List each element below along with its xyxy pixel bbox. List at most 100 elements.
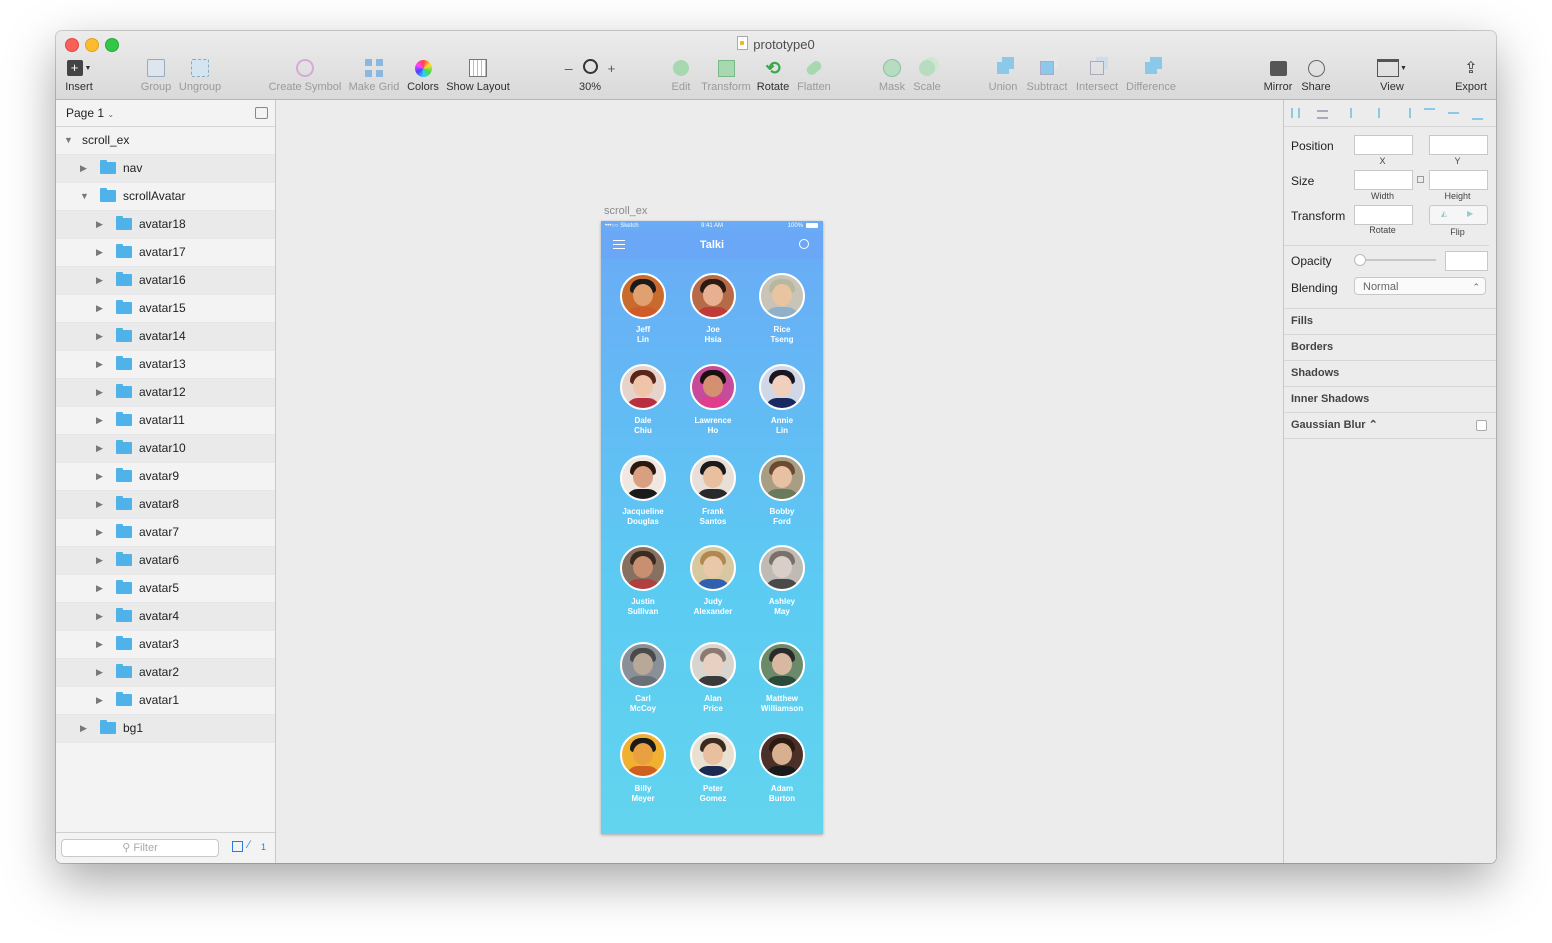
position-y-field[interactable] xyxy=(1429,135,1488,155)
layer-row-avatar16[interactable]: ▶ avatar16 xyxy=(56,267,275,295)
disclosure-expanded-icon[interactable]: ▼ xyxy=(80,183,89,210)
make-grid-button[interactable]: Make Grid xyxy=(347,57,401,93)
export-button[interactable]: ⇪ Export xyxy=(1453,57,1489,93)
share-button[interactable]: Share xyxy=(1300,57,1332,93)
disclosure-collapsed-icon[interactable]: ▶ xyxy=(96,211,103,238)
subtract-button[interactable]: Subtract xyxy=(1025,57,1069,93)
gaussian-blur-section[interactable]: Gaussian Blur ⌃ xyxy=(1284,412,1496,439)
disclosure-collapsed-icon[interactable]: ▶ xyxy=(96,407,103,434)
align-center-icon[interactable] xyxy=(1374,108,1385,118)
layer-row-avatar2[interactable]: ▶ avatar2 xyxy=(56,659,275,687)
blending-select[interactable]: Normal ⌃ xyxy=(1354,277,1486,295)
layer-row-avatar3[interactable]: ▶ avatar3 xyxy=(56,631,275,659)
artboard[interactable]: •••○○ Sketch 9:41 AM 100% Talki Jeff Lin J… xyxy=(601,221,823,834)
gaussian-blur-checkbox[interactable] xyxy=(1476,420,1487,431)
fills-section[interactable]: Fills xyxy=(1284,308,1496,334)
distribute-horizontal-icon[interactable] xyxy=(1291,108,1300,118)
layer-row-avatar1[interactable]: ▶ avatar1 xyxy=(56,687,275,715)
layer-row-avatar18[interactable]: ▶ avatar18 xyxy=(56,211,275,239)
layer-row-avatar11[interactable]: ▶ avatar11 xyxy=(56,407,275,435)
contact-avatar-cell[interactable]: Bobby Ford xyxy=(747,455,817,527)
align-bottom-icon[interactable] xyxy=(1472,108,1483,120)
layer-row-avatar9[interactable]: ▶ avatar9 xyxy=(56,463,275,491)
layer-row-avatar7[interactable]: ▶ avatar7 xyxy=(56,519,275,547)
contact-avatar-cell[interactable]: Joe Hsia xyxy=(678,273,748,345)
ungroup-button[interactable]: Ungroup xyxy=(177,57,223,93)
disclosure-collapsed-icon[interactable]: ▶ xyxy=(80,155,87,182)
width-field[interactable] xyxy=(1354,170,1413,190)
contact-avatar-cell[interactable]: Carl McCoy xyxy=(608,642,678,714)
contact-avatar-cell[interactable]: Annie Lin xyxy=(747,364,817,436)
layer-row-scroll_ex[interactable]: ▼ scroll_ex xyxy=(56,127,275,155)
contact-avatar-cell[interactable]: Matthew Williamson xyxy=(747,642,817,714)
page-selector[interactable]: Page 1 ⌄ xyxy=(56,100,275,127)
artboard-label[interactable]: scroll_ex xyxy=(604,205,647,217)
layer-row-avatar6[interactable]: ▶ avatar6 xyxy=(56,547,275,575)
mirror-button[interactable]: Mirror xyxy=(1260,57,1296,93)
transform-button[interactable]: Transform xyxy=(701,57,751,93)
contact-avatar-cell[interactable]: Peter Gomez xyxy=(678,732,748,804)
layer-row-avatar15[interactable]: ▶ avatar15 xyxy=(56,295,275,323)
layer-row-avatar4[interactable]: ▶ avatar4 xyxy=(56,603,275,631)
disclosure-collapsed-icon[interactable]: ▶ xyxy=(96,575,103,602)
align-top-icon[interactable] xyxy=(1424,108,1435,120)
filter-input[interactable]: ⚲ Filter xyxy=(61,839,219,857)
edit-filter-icon[interactable]: ∕ xyxy=(248,839,250,851)
disclosure-collapsed-icon[interactable]: ▶ xyxy=(96,323,103,350)
align-middle-icon[interactable] xyxy=(1448,108,1459,118)
flip-horizontal-icon[interactable]: ◭ xyxy=(1441,209,1447,218)
rotate-button[interactable]: ⟲ Rotate xyxy=(756,57,790,94)
layer-row-avatar12[interactable]: ▶ avatar12 xyxy=(56,379,275,407)
view-button[interactable]: ▼ View xyxy=(1374,57,1410,93)
symbols-filter-icon[interactable] xyxy=(232,841,243,852)
edit-button[interactable]: Edit xyxy=(666,57,696,93)
disclosure-collapsed-icon[interactable]: ▶ xyxy=(96,435,103,462)
mask-button[interactable]: Mask xyxy=(876,57,908,93)
contact-avatar-cell[interactable]: Jeff Lin xyxy=(608,273,678,345)
contact-avatar-cell[interactable]: Justin Sullivan xyxy=(608,545,678,617)
insert-button[interactable]: + ▼ Insert xyxy=(62,57,96,93)
layer-row-nav[interactable]: ▶ nav xyxy=(56,155,275,183)
align-left-icon[interactable] xyxy=(1350,108,1363,118)
opacity-slider-knob[interactable] xyxy=(1354,254,1366,266)
contact-avatar-cell[interactable]: Lawrence Ho xyxy=(678,364,748,436)
disclosure-collapsed-icon[interactable]: ▶ xyxy=(96,491,103,518)
disclosure-expanded-icon[interactable]: ▼ xyxy=(64,127,73,154)
contact-avatar-cell[interactable]: Adam Burton xyxy=(747,732,817,804)
disclosure-collapsed-icon[interactable]: ▶ xyxy=(96,687,103,714)
contact-avatar-cell[interactable]: Jacqueline Douglas xyxy=(608,455,678,527)
disclosure-collapsed-icon[interactable]: ▶ xyxy=(96,379,103,406)
intersect-button[interactable]: Intersect xyxy=(1074,57,1120,93)
disclosure-collapsed-icon[interactable]: ▶ xyxy=(96,603,103,630)
difference-button[interactable]: Difference xyxy=(1124,57,1178,93)
layer-row-avatar13[interactable]: ▶ avatar13 xyxy=(56,351,275,379)
disclosure-collapsed-icon[interactable]: ▶ xyxy=(96,351,103,378)
shadows-section[interactable]: Shadows xyxy=(1284,360,1496,386)
search-icon[interactable] xyxy=(799,239,809,249)
contact-avatar-cell[interactable]: Dale Chiu xyxy=(608,364,678,436)
contact-avatar-cell[interactable]: Frank Santos xyxy=(678,455,748,527)
disclosure-collapsed-icon[interactable]: ▶ xyxy=(96,631,103,658)
flatten-button[interactable]: Flatten xyxy=(794,57,834,93)
inner-shadows-section[interactable]: Inner Shadows xyxy=(1284,386,1496,412)
contact-avatar-cell[interactable]: Billy Meyer xyxy=(608,732,678,804)
disclosure-collapsed-icon[interactable]: ▶ xyxy=(96,519,103,546)
flip-buttons[interactable]: ◭ ▶ xyxy=(1429,205,1488,225)
layer-row-scrollAvatar[interactable]: ▼ scrollAvatar xyxy=(56,183,275,211)
disclosure-collapsed-icon[interactable]: ▶ xyxy=(96,659,103,686)
contact-avatar-cell[interactable]: Rice Tseng xyxy=(747,273,817,345)
disclosure-collapsed-icon[interactable]: ▶ xyxy=(96,239,103,266)
borders-section[interactable]: Borders xyxy=(1284,334,1496,360)
layer-row-avatar17[interactable]: ▶ avatar17 xyxy=(56,239,275,267)
lock-proportions-icon[interactable] xyxy=(1417,176,1424,183)
layer-row-avatar10[interactable]: ▶ avatar10 xyxy=(56,435,275,463)
layer-row-avatar14[interactable]: ▶ avatar14 xyxy=(56,323,275,351)
opacity-field[interactable] xyxy=(1445,251,1488,271)
position-x-field[interactable] xyxy=(1354,135,1413,155)
group-button[interactable]: Group xyxy=(138,57,174,93)
scale-button[interactable]: Scale xyxy=(911,57,943,93)
zoom-out-button[interactable]: – xyxy=(565,60,573,76)
layer-row-bg1[interactable]: ▶ bg1 xyxy=(56,715,275,743)
contact-avatar-cell[interactable]: Alan Price xyxy=(678,642,748,714)
show-layout-button[interactable]: Show Layout xyxy=(445,57,511,93)
